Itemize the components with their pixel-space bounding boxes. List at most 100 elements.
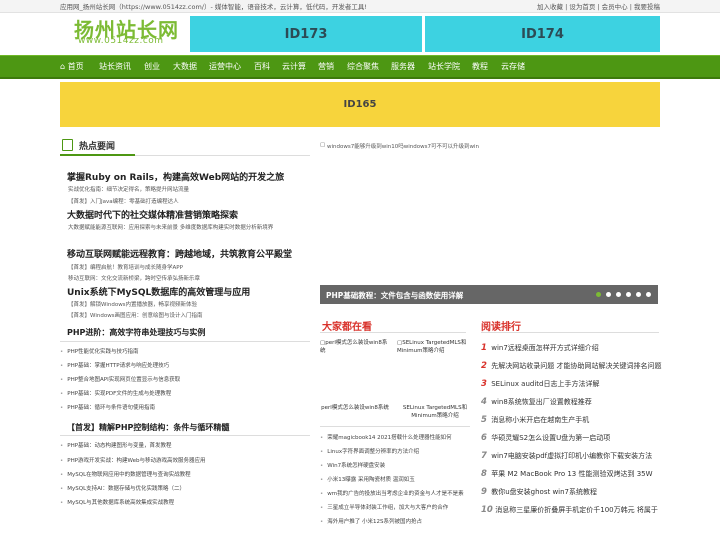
- rank-text: win8系统恢复出厂设置教程推荐: [491, 398, 592, 406]
- home-icon: ⌂: [60, 62, 66, 71]
- hot-sublink[interactable]: 【首发】Windows画图应用：创意绘图与设计入门指南: [68, 311, 203, 319]
- rank-item[interactable]: 7 win7电脑安装pdf虚拟打印机小编教你下载安装方法: [481, 451, 652, 461]
- list-item[interactable]: Win7系统怎样硬盘安装: [320, 461, 385, 469]
- banner-ad-165[interactable]: ID165: [60, 82, 660, 127]
- site-tagline: 应用网_扬州站长网（https://www.0514zz.com/）- 媒体智能…: [60, 3, 367, 11]
- rank-number: 6: [481, 433, 487, 443]
- ad-label: ID173: [284, 26, 328, 42]
- slideshow[interactable]: ▢ windows7能够升级到win10吗windows7可不可以升级到win: [320, 142, 658, 304]
- divider: [481, 332, 659, 333]
- list-item[interactable]: 小米13曝露 采用陶瓷材质 温润如玉: [320, 475, 415, 483]
- slide-dot[interactable]: [626, 292, 631, 297]
- ad-slot-173[interactable]: ID173: [190, 16, 422, 52]
- nav-item[interactable]: 云存储: [501, 61, 525, 72]
- hot-headline[interactable]: 掌握Ruby on Rails，构建高效Web网站的开发之旅: [67, 170, 284, 183]
- rank-item[interactable]: 3 SELinux auditd日志上手方法详解: [481, 379, 600, 389]
- hot-sublink[interactable]: 【首发】编程启航！教育培训与成长随身学APP: [68, 263, 183, 271]
- nav-item[interactable]: 综合聚焦: [347, 61, 379, 72]
- hot-sublink[interactable]: 移动互联网：文化交流新桥梁，跨时空传承弘扬新乐章: [68, 274, 200, 282]
- nav-item[interactable]: 站长资讯: [99, 61, 131, 72]
- rank-text: 华硕灵耀S2怎么设置U盘为第一启动项: [491, 434, 611, 442]
- slide-dot[interactable]: [596, 292, 601, 297]
- list-item[interactable]: 三星成立半导体封装工作组，加大与大客户的合作: [320, 503, 448, 511]
- ad-slot-174[interactable]: ID174: [425, 16, 660, 52]
- list-item[interactable]: PHP基础：动态构建图形与变量，首发教程: [60, 441, 171, 449]
- rank-item[interactable]: 4 win8系统恢复出厂设置教程推荐: [481, 397, 592, 407]
- list-item[interactable]: MySQL在物联网应用中的数据管理与查询实战教程: [60, 470, 190, 478]
- rank-item[interactable]: 5 消息称小米开启在越南生产手机: [481, 415, 589, 425]
- php-section-title[interactable]: 【首发】精解PHP控制结构：条件与循环精髓: [67, 422, 229, 433]
- rank-text: SELinux auditd日志上手方法详解: [491, 380, 600, 388]
- list-item[interactable]: wm我的广告的投放出当考虑企业的资金与人才是不是素: [320, 489, 463, 497]
- rank-number: 5: [481, 415, 487, 425]
- ad-label: ID174: [521, 26, 564, 42]
- thumb-item[interactable]: ▢SELinux TargetedMLS和Minimum策略介绍: [397, 339, 469, 355]
- rank-number: 9: [481, 487, 487, 497]
- site-logo-url: www.0514zz.com: [78, 36, 164, 46]
- rank-text: 消息称三星廉价折叠屏手机定价千100万韩元 将属于: [495, 506, 658, 514]
- rank-item[interactable]: 8 苹果 M2 MacBook Pro 13 性能测验双烤达到 35W: [481, 469, 653, 479]
- hot-headline[interactable]: Unix系统下MySQL数据库的高效管理与应用: [67, 285, 250, 298]
- nav-home[interactable]: ⌂ 首页: [60, 61, 84, 72]
- nav-item[interactable]: 云计算: [282, 61, 306, 72]
- hot-sublink[interactable]: 大数据赋能能源互联网：应用探索与未来前景 多维度数据库构建实时数据分析新境界: [68, 223, 273, 231]
- rank-text: 消息称小米开启在越南生产手机: [491, 416, 590, 424]
- nav-item[interactable]: 运营中心: [209, 61, 241, 72]
- nav-item[interactable]: 百科: [254, 61, 270, 72]
- nav-item[interactable]: 教程: [472, 61, 488, 72]
- divider: [320, 332, 466, 333]
- hot-sublink[interactable]: 实战优化指南：细节决定得名，策略提升网站流量: [68, 185, 189, 193]
- hot-sublink[interactable]: 【首发】解锁Windows内置播放器，畅享视频新体验: [68, 300, 197, 308]
- hot-sublink[interactable]: 【首发】入门Java编程：零基础打造编程达人: [68, 197, 179, 205]
- nav-item[interactable]: 站长学院: [428, 61, 460, 72]
- list-item[interactable]: PHP游戏开发实战：构建Web与移动游戏高效服务器应用: [60, 456, 205, 464]
- hot-headline[interactable]: 移动互联网赋能远程教育：跨越地域，共筑教育公平殿堂: [67, 247, 292, 260]
- divider: [60, 341, 310, 342]
- hot-headline[interactable]: 大数据时代下的社交媒体精准营销策略探索: [67, 208, 238, 221]
- list-item[interactable]: Linux字符界面调整分辨率的方法介绍: [320, 447, 419, 455]
- list-item[interactable]: MySQL与其他数据库系统高效集成实战教程: [60, 498, 174, 506]
- slide-dot[interactable]: [636, 292, 641, 297]
- nav-label: 首页: [67, 62, 84, 71]
- list-item[interactable]: PHP基础：循环与条件语句使用指南: [60, 403, 155, 411]
- slide-dot[interactable]: [646, 292, 651, 297]
- top-bar: 应用网_扬州站长网（https://www.0514zz.com/）- 媒体智能…: [0, 0, 720, 13]
- rank-item[interactable]: 10 消息称三星廉价折叠屏手机定价千100万韩元 将属于: [481, 505, 658, 515]
- rank-title: 阅读排行: [481, 322, 521, 333]
- nav-item[interactable]: 服务器: [391, 61, 415, 72]
- list-item[interactable]: PHP基础：实现PDF文件的生成与处理教程: [60, 389, 171, 397]
- nav-item[interactable]: 创业: [144, 61, 160, 72]
- list-item[interactable]: PHP性能优化实践与技巧指南: [60, 347, 138, 355]
- list-item[interactable]: 荣耀magicbook14 2021搭载什么处理器性能如何: [320, 433, 451, 441]
- rank-number: 4: [481, 397, 487, 407]
- broken-image-icon: ▢: [320, 142, 326, 148]
- slide-dot[interactable]: [616, 292, 621, 297]
- rank-item[interactable]: 2 先解决网站收录问题 才能协助网站解决关键词排名问题: [481, 361, 661, 371]
- list-item[interactable]: MySQL支持AI：数据存储与优化实践策略（二）: [60, 484, 185, 492]
- thumb-caption: perl模式怎么装设win8系统: [321, 405, 389, 411]
- news-icon: [62, 139, 73, 151]
- thumb-item[interactable]: perl模式怎么装设win8系统: [320, 404, 390, 412]
- list-item[interactable]: PHP整合地图API实现网页位置显示与信息获取: [60, 375, 180, 383]
- rank-item[interactable]: 9 教你u盘安装ghost win7系统教程: [481, 487, 597, 497]
- rank-item[interactable]: 1 win7远程桌面怎样开方式详细介绍: [481, 343, 599, 353]
- slide-dot[interactable]: [606, 292, 611, 297]
- thumb-caption: SELinux TargetedMLS和Minimum策略介绍: [397, 340, 467, 354]
- rank-number: 8: [481, 469, 487, 479]
- list-item[interactable]: 海外用户推了 小米12S系列被国内抢占: [320, 517, 422, 525]
- rank-number: 1: [481, 343, 487, 353]
- php-section-title[interactable]: PHP进阶：高效字符串处理技巧与实例: [67, 327, 205, 338]
- rank-text: win7电脑安装pdf虚拟打印机小编教你下载安装方法: [491, 452, 653, 460]
- nav-item[interactable]: 大数据: [173, 61, 197, 72]
- thumb-item[interactable]: ▢perl模式怎么装设win8系统: [320, 339, 390, 355]
- top-links[interactable]: 加入收藏 | 设为首页 | 会员中心 | 我要投稿: [537, 1, 660, 11]
- list-item[interactable]: PHP基础：掌握HTTP请求与响应处理技巧: [60, 361, 169, 369]
- dajia-title: 大家都在看: [322, 318, 372, 333]
- rank-text: win7远程桌面怎样开方式详细介绍: [491, 344, 599, 352]
- rank-item[interactable]: 6 华硕灵耀S2怎么设置U盘为第一启动项: [481, 433, 610, 443]
- thumb-item[interactable]: SELinux TargetedMLS和Minimum策略介绍: [397, 404, 473, 420]
- rank-text: 教你u盘安装ghost win7系统教程: [491, 488, 598, 496]
- divider: [60, 435, 310, 436]
- nav-item[interactable]: 营销: [318, 61, 334, 72]
- rank-number: 3: [481, 379, 487, 389]
